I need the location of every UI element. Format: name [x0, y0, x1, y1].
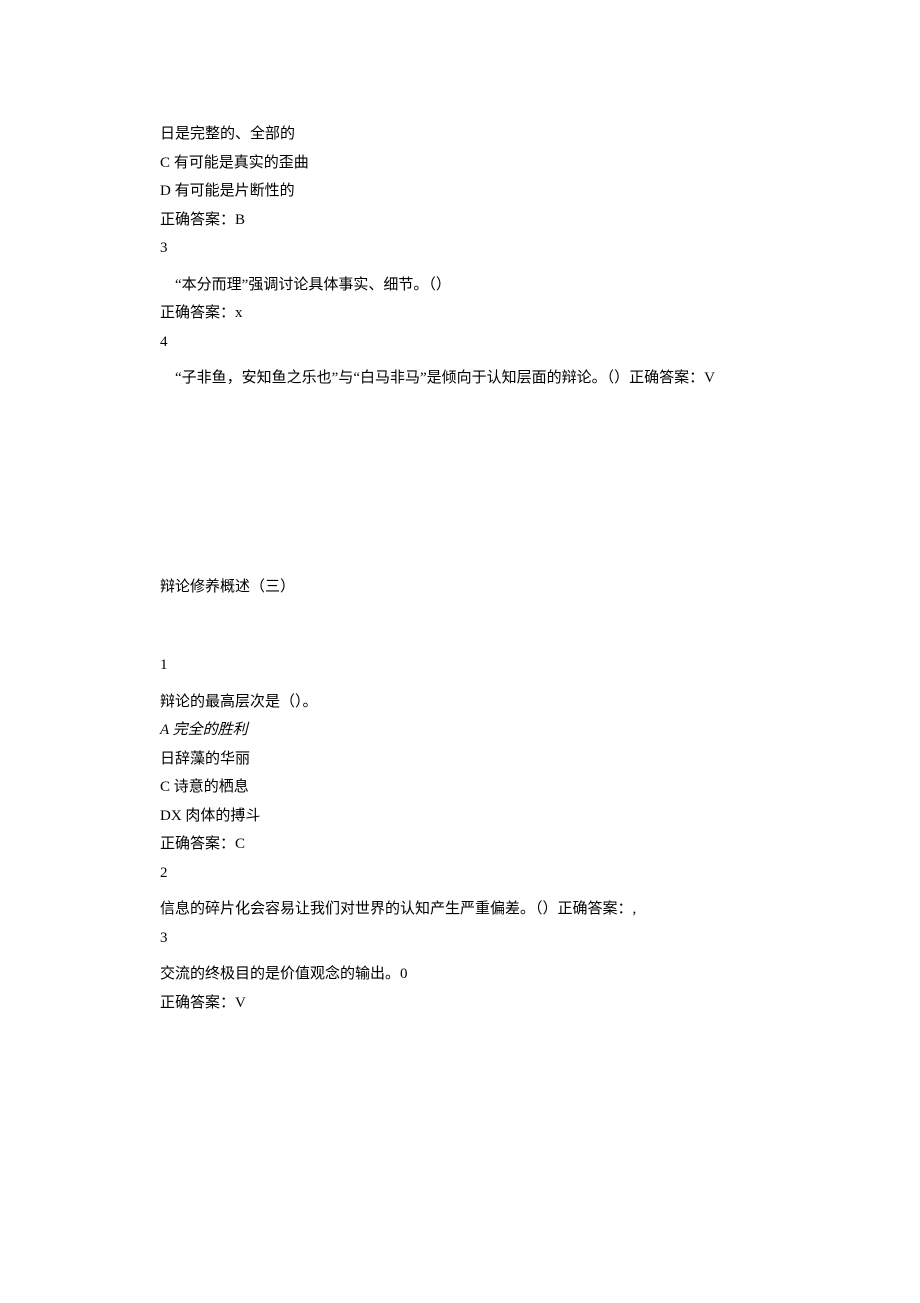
option-c-prev: C 有可能是真实的歪曲 — [160, 149, 760, 178]
answer-3: 正确答案：x — [160, 299, 760, 328]
question-s2-text: 信息的碎片化会容易让我们对世界的认知产生严重偏差。（）正确答案：, — [160, 895, 760, 924]
question-number-4: 4 — [160, 328, 760, 357]
question-3-text: “本分而理”强调讨论具体事实、细节。（） — [160, 271, 760, 300]
question-number-s2: 2 — [160, 859, 760, 888]
question-s3-text: 交流的终极目的是价值观念的输出。0 — [160, 960, 760, 989]
answer-s1: 正确答案：C — [160, 830, 760, 859]
question-number-s3: 3 — [160, 924, 760, 953]
option-a-s1: A 完全的胜利 — [160, 716, 760, 745]
question-number-s1: 1 — [160, 651, 760, 680]
question-number-3: 3 — [160, 234, 760, 263]
option-d-s1: DX 肉体的搏斗 — [160, 802, 760, 831]
document-page: 日是完整的、全部的 C 有可能是真实的歪曲 D 有可能是片断性的 正确答案：B … — [0, 0, 920, 1303]
section-title: 辩论修养概述（三） — [160, 573, 760, 602]
option-b-prev: 日是完整的、全部的 — [160, 120, 760, 149]
answer-s3: 正确答案：V — [160, 989, 760, 1018]
question-s1-stem: 辩论的最高层次是（）。 — [160, 688, 760, 717]
option-c-s1: C 诗意的栖息 — [160, 773, 760, 802]
answer-prev: 正确答案：B — [160, 206, 760, 235]
option-b-s1: 日辞藻的华丽 — [160, 745, 760, 774]
question-4-text: “子非鱼，安知鱼之乐也”与“白马非马”是倾向于认知层面的辩论。（）正确答案：V — [160, 364, 760, 393]
option-d-prev: D 有可能是片断性的 — [160, 177, 760, 206]
